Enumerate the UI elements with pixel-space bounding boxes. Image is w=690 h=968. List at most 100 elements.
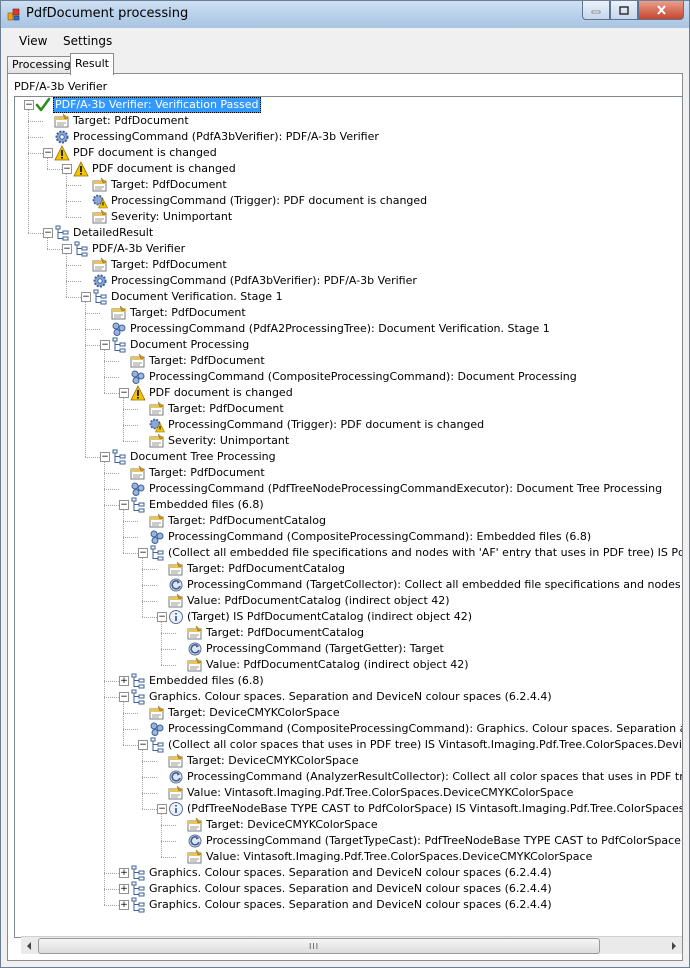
- tree-node[interactable]: ProcessingCommand (PdfA3bVerifier): PDF/…: [15, 129, 682, 145]
- tree-node[interactable]: Target: DeviceCMYKColorSpace: [15, 705, 682, 721]
- composite-command-icon: [130, 481, 146, 497]
- collapse-toggle[interactable]: −: [62, 244, 72, 254]
- result-tree[interactable]: − PDF/A-3b Verifier: Verification Passed T…: [14, 96, 683, 938]
- collapse-toggle[interactable]: −: [157, 804, 167, 814]
- expand-toggle[interactable]: +: [119, 868, 129, 878]
- tree-node[interactable]: ProcessingCommand (PdfTreeNodeProcessing…: [15, 481, 682, 497]
- tree-node[interactable]: Value: Vintasoft.Imaging.Pdf.Tree.ColorS…: [15, 785, 682, 801]
- tree-node[interactable]: ProcessingCommand (PdfA3bVerifier): PDF/…: [15, 273, 682, 289]
- tree-node[interactable]: − PDF/A-3b Verifier: [15, 241, 682, 257]
- tree-node-label: Graphics. Colour spaces. Separation and …: [149, 690, 552, 703]
- tree-node-label: Target: PdfDocument: [149, 466, 265, 479]
- tree-node[interactable]: − PDF/A-3b Verifier: Verification Passed: [15, 97, 682, 113]
- tree-node[interactable]: ProcessingCommand (CompositeProcessingCo…: [15, 529, 682, 545]
- tree-node[interactable]: ProcessingCommand (TargetGetter): Target: [15, 641, 682, 657]
- tree-node[interactable]: − Document Processing: [15, 337, 682, 353]
- menu-view[interactable]: View: [19, 34, 47, 48]
- tree-node[interactable]: Target: PdfDocument: [15, 257, 682, 273]
- tree-node-label: Value: Vintasoft.Imaging.Pdf.Tree.ColorS…: [187, 786, 574, 799]
- tree-node[interactable]: + Graphics. Colour spaces. Separation and…: [15, 865, 682, 881]
- tab-result[interactable]: Result: [70, 53, 114, 75]
- tree-node[interactable]: Value: PdfDocumentCatalog (indirect obje…: [15, 657, 682, 673]
- close-button[interactable]: [638, 1, 684, 20]
- tree-node[interactable]: − DetailedResult: [15, 225, 682, 241]
- collapse-toggle[interactable]: −: [157, 612, 167, 622]
- scroll-thumb[interactable]: III: [38, 938, 600, 954]
- tree-node-label: Severity: Unimportant: [111, 210, 233, 223]
- tree-node[interactable]: ProcessingCommand (Trigger): PDF documen…: [15, 193, 682, 209]
- collapse-toggle[interactable]: −: [138, 740, 148, 750]
- scroll-left-button[interactable]: [21, 937, 37, 954]
- target-icon: [187, 849, 203, 865]
- tree-node-label: (Collect all embedded file specification…: [168, 546, 682, 559]
- tree-node[interactable]: ProcessingCommand (AnalyzerResultCollect…: [15, 769, 682, 785]
- tree-node[interactable]: Target: PdfDocumentCatalog: [15, 625, 682, 641]
- tree-node[interactable]: Target: PdfDocumentCatalog: [15, 561, 682, 577]
- target-icon: [149, 433, 165, 449]
- tree-node[interactable]: Target: DeviceCMYKColorSpace: [15, 817, 682, 833]
- title-bar[interactable]: PdfDocument processing: [1, 1, 689, 28]
- tree-node[interactable]: ProcessingCommand (Trigger): PDF documen…: [15, 417, 682, 433]
- tree-node[interactable]: ProcessingCommand (CompositeProcessingCo…: [15, 721, 682, 737]
- tree-node[interactable]: − PDF document is changed: [15, 385, 682, 401]
- tree-node[interactable]: − Document Tree Processing: [15, 449, 682, 465]
- tree-node-label: ProcessingCommand (PdfA2ProcessingTree):…: [130, 322, 550, 335]
- tree-node[interactable]: Value: Vintasoft.Imaging.Pdf.Tree.ColorS…: [15, 849, 682, 865]
- tree-node[interactable]: − (PdfTreeNodeBase TYPE CAST to PdfColorS…: [15, 801, 682, 817]
- minimize-button[interactable]: [582, 1, 610, 20]
- collapse-toggle[interactable]: −: [119, 500, 129, 510]
- collapse-toggle[interactable]: −: [100, 340, 110, 350]
- tree-node[interactable]: Severity: Unimportant: [15, 433, 682, 449]
- composite-command-icon: [130, 369, 146, 385]
- tree-node[interactable]: Target: PdfDocument: [15, 465, 682, 481]
- tree-node[interactable]: Target: PdfDocumentCatalog: [15, 513, 682, 529]
- tree-node[interactable]: Value: PdfDocumentCatalog (indirect obje…: [15, 593, 682, 609]
- tree-node[interactable]: − Embedded files (6.8): [15, 497, 682, 513]
- expand-toggle[interactable]: +: [119, 884, 129, 894]
- tree-node[interactable]: ProcessingCommand (TargetTypeCast): PdfT…: [15, 833, 682, 849]
- maximize-button[interactable]: [610, 1, 638, 20]
- horizontal-scrollbar[interactable]: III: [21, 936, 682, 954]
- tree-node[interactable]: ProcessingCommand (CompositeProcessingCo…: [15, 369, 682, 385]
- tab-processing[interactable]: Processing: [7, 56, 76, 74]
- tree-node[interactable]: + Embedded files (6.8): [15, 673, 682, 689]
- scroll-right-button[interactable]: [666, 937, 682, 954]
- expand-toggle[interactable]: +: [119, 900, 129, 910]
- tree-node[interactable]: − PDF document is changed: [15, 145, 682, 161]
- collapse-toggle[interactable]: −: [43, 228, 53, 238]
- tree-node[interactable]: ProcessingCommand (TargetCollector): Col…: [15, 577, 682, 593]
- target-icon: [111, 305, 127, 321]
- collapse-toggle[interactable]: −: [138, 548, 148, 558]
- tree-node[interactable]: − (Collect all embedded file specificatio…: [15, 545, 682, 561]
- collapse-toggle[interactable]: −: [119, 388, 129, 398]
- tree-node[interactable]: Target: DeviceCMYKColorSpace: [15, 753, 682, 769]
- tree-node[interactable]: − Document Verification. Stage 1: [15, 289, 682, 305]
- collapse-toggle[interactable]: −: [43, 148, 53, 158]
- tree-node[interactable]: Target: PdfDocument: [15, 177, 682, 193]
- tree-node-icon: [130, 897, 146, 913]
- collapse-toggle[interactable]: −: [62, 164, 72, 174]
- collapse-toggle[interactable]: −: [81, 292, 91, 302]
- tree-node[interactable]: − (Collect all color spaces that uses in …: [15, 737, 682, 753]
- tree-node-label: ProcessingCommand (CompositeProcessingCo…: [168, 530, 592, 543]
- tree-node[interactable]: Target: PdfDocument: [15, 401, 682, 417]
- tree-node[interactable]: + Graphics. Colour spaces. Separation and…: [15, 897, 682, 913]
- tree-node[interactable]: Severity: Unimportant: [15, 209, 682, 225]
- expand-toggle[interactable]: +: [119, 676, 129, 686]
- target-icon: [168, 561, 184, 577]
- menu-settings[interactable]: Settings: [63, 34, 112, 48]
- tree-node[interactable]: Target: PdfDocument: [15, 113, 682, 129]
- tree-node[interactable]: − PDF document is changed: [15, 161, 682, 177]
- tree-node[interactable]: + Graphics. Colour spaces. Separation and…: [15, 881, 682, 897]
- collapse-toggle[interactable]: −: [119, 692, 129, 702]
- target-icon: [187, 625, 203, 641]
- tree-node[interactable]: Target: PdfDocument: [15, 353, 682, 369]
- collapse-toggle[interactable]: −: [100, 452, 110, 462]
- tree-node[interactable]: Target: PdfDocument: [15, 305, 682, 321]
- collapse-toggle[interactable]: −: [24, 100, 34, 110]
- tree-node[interactable]: − Graphics. Colour spaces. Separation and…: [15, 689, 682, 705]
- info-icon: [168, 801, 184, 817]
- tree-node[interactable]: − (Target) IS PdfDocumentCatalog (indirec…: [15, 609, 682, 625]
- tree-node-label: Document Verification. Stage 1: [111, 290, 283, 303]
- tree-node[interactable]: ProcessingCommand (PdfA2ProcessingTree):…: [15, 321, 682, 337]
